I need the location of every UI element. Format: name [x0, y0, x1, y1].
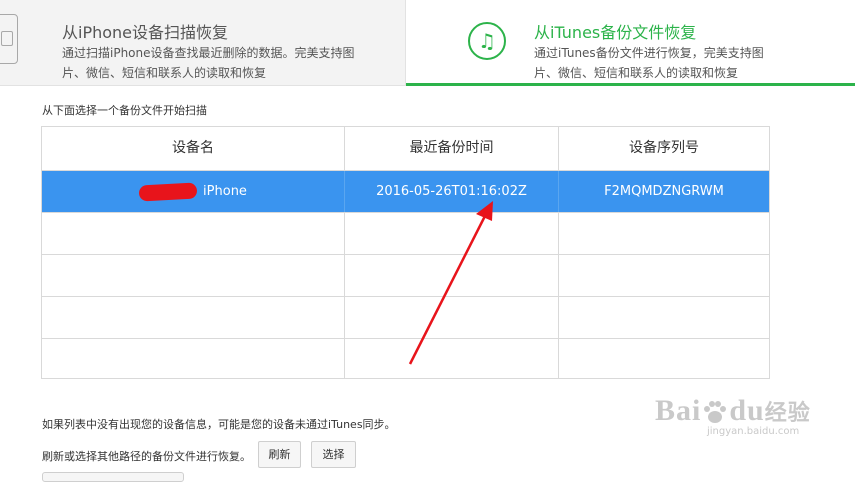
redaction-mark [138, 181, 198, 202]
tab-itunes-backup-desc: 通过iTunes备份文件进行恢复，完美支持图片、微信、短信和联系人的读取和恢复 [534, 46, 764, 80]
watermark-brand: Bai [655, 394, 702, 427]
recovery-mode-tabs: 从iPhone设备扫描恢复 通过扫描iPhone设备查找最近删除的数据。完美支持… [0, 0, 855, 86]
phone-icon [0, 14, 18, 64]
table-header: 设备名 最近备份时间 设备序列号 [42, 127, 769, 170]
partial-button[interactable] [42, 472, 184, 482]
table-row-empty [42, 338, 769, 378]
device-name-text: iPhone [203, 184, 247, 199]
paw-icon [704, 401, 727, 424]
cell-device-name: iPhone [42, 171, 344, 212]
table-row-empty [42, 212, 769, 254]
instruction-text: 从下面选择一个备份文件开始扫描 [42, 104, 207, 117]
music-note-icon: ♫ [468, 22, 506, 60]
watermark-url: jingyan.baidu.com [707, 426, 800, 437]
tab-device-scan-title: 从iPhone设备扫描恢复 [62, 23, 229, 42]
refresh-button[interactable]: 刷新 [258, 441, 301, 468]
table-row[interactable]: iPhone 2016-05-26T01:16:02Z F2MQMDZNGRWM [42, 170, 769, 212]
tab-itunes-backup-title: 从iTunes备份文件恢复 [534, 23, 697, 42]
sync-hint-text: 如果列表中没有出现您的设备信息，可能是您的设备未通过iTunes同步。 [42, 418, 396, 431]
tab-itunes-backup[interactable]: ♫ 从iTunes备份文件恢复 通过iTunes备份文件进行恢复，完美支持图片、… [406, 0, 855, 86]
tab-device-scan-desc: 通过扫描iPhone设备查找最近删除的数据。完美支持图片、微信、短信和联系人的读… [62, 46, 355, 80]
backup-table: 设备名 最近备份时间 设备序列号 iPhone 2016-05-26T01:16… [41, 126, 770, 379]
refresh-hint-text: 刷新或选择其他路径的备份文件进行恢复。 [42, 450, 251, 463]
watermark-brand-tail: du [729, 394, 765, 427]
cell-backup-time: 2016-05-26T01:16:02Z [344, 171, 558, 212]
watermark-cn: 经验 [764, 400, 811, 425]
baidu-jingyan-watermark: Bai du经验 jingyan.baidu.com [655, 394, 811, 437]
column-header-serial: 设备序列号 [558, 127, 769, 170]
cell-serial: F2MQMDZNGRWM [558, 171, 769, 212]
select-button[interactable]: 选择 [311, 441, 356, 468]
tab-device-scan[interactable]: 从iPhone设备扫描恢复 通过扫描iPhone设备查找最近删除的数据。完美支持… [0, 0, 406, 86]
column-header-backup-time: 最近备份时间 [344, 127, 558, 170]
table-row-empty [42, 296, 769, 338]
column-header-device-name: 设备名 [172, 140, 214, 156]
table-row-empty [42, 254, 769, 296]
